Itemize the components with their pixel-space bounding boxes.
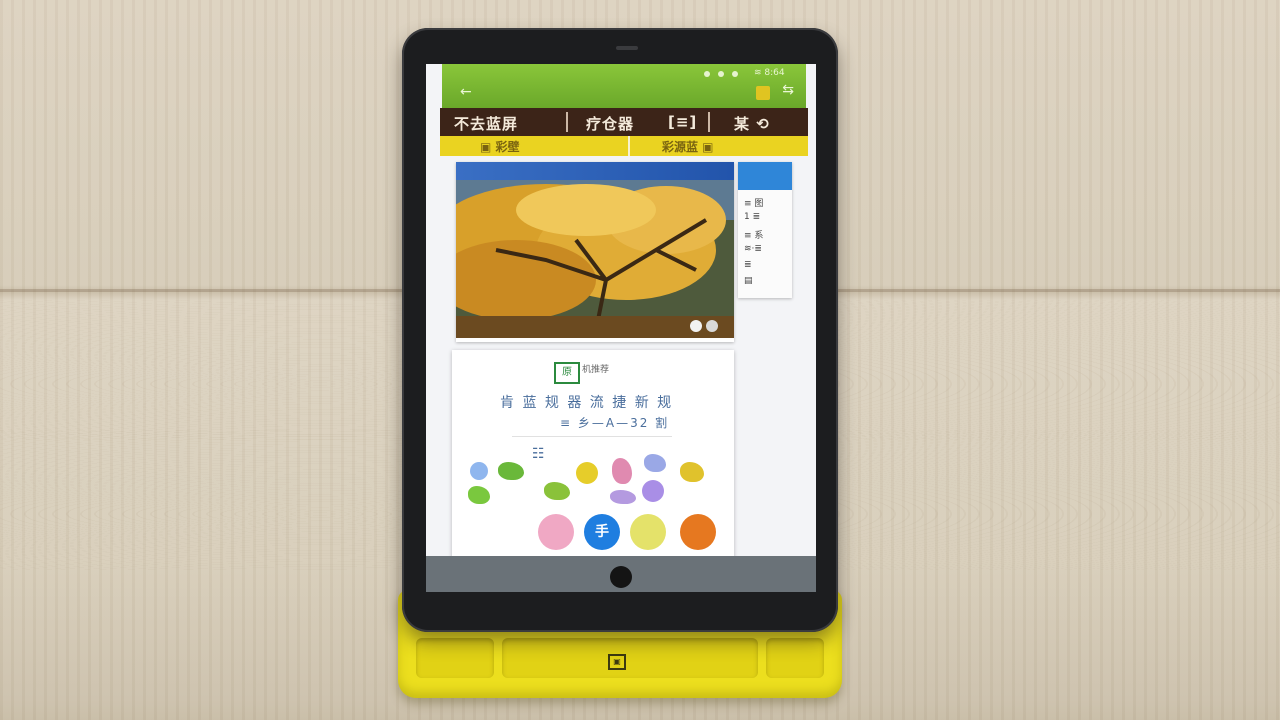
status-dot-icon [732, 71, 738, 77]
info-divider [512, 436, 672, 437]
tab-right[interactable]: 彩源蓝 ▣ [662, 138, 714, 155]
tab-bar: ▣ 彩壁 彩源蓝 ▣ [440, 136, 808, 156]
info-subtitle: 机推荐 [582, 365, 610, 375]
lilac-app-icon[interactable] [644, 454, 666, 472]
yellow-app-icon[interactable] [576, 462, 598, 484]
tablet: ← ≋ 8:64 ⇆ 不去蓝屏 疗仓器 [≡] 某 ⟲ ▣ 彩壁 彩源蓝 ▣ ≡… [402, 28, 838, 632]
tree-illustration [456, 180, 734, 338]
gold-app-icon[interactable] [680, 462, 704, 482]
status-dot-icon [718, 71, 724, 77]
notification-badge [756, 86, 770, 100]
lime-app-icon[interactable] [468, 486, 490, 504]
title-middle[interactable]: 疗仓器 [586, 113, 634, 134]
violet-app-icon[interactable] [610, 490, 636, 504]
purple-app-icon[interactable] [642, 480, 664, 502]
tab-divider [628, 136, 630, 156]
pink-app-icon[interactable] [612, 458, 632, 484]
tablet-screen[interactable]: ← ≋ 8:64 ⇆ 不去蓝屏 疗仓器 [≡] 某 ⟲ ▣ 彩壁 彩源蓝 ▣ ≡… [426, 64, 816, 592]
case-slot [416, 638, 494, 678]
back-icon[interactable]: ← [460, 84, 472, 100]
title-right[interactable]: 某 ⟲ [734, 113, 770, 134]
photo-card-header [456, 162, 734, 180]
leaf-app-icon[interactable] [544, 482, 570, 500]
blue-app-icon[interactable] [470, 462, 488, 480]
navigation-bar [426, 556, 816, 592]
info-row-label: ☷ [532, 446, 547, 462]
title-bar: 不去蓝屏 疗仓器 [≡] 某 ⟲ [440, 108, 808, 136]
info-line-2: ≡ 乡—A—32 割 [560, 416, 670, 430]
yellow-button[interactable] [630, 514, 666, 550]
title-left[interactable]: 不去蓝屏 [454, 113, 518, 134]
case-logo-icon: ▣ [608, 654, 626, 670]
case-slot [766, 638, 824, 678]
side-row: ≋·≣ [744, 244, 762, 254]
tab-left[interactable]: ▣ 彩壁 [480, 138, 520, 155]
side-row: ≡ 系 [744, 231, 764, 241]
side-row: 1 ≣ [744, 212, 761, 222]
blue-button[interactable]: 手 [584, 514, 620, 550]
menu-icon[interactable]: [≡] [668, 113, 697, 131]
case-slot [502, 638, 758, 678]
info-line-1: 肯 蓝 规 器 流 捷 新 规 [500, 395, 674, 411]
speaker-grille [616, 46, 638, 50]
side-card[interactable]: ≡ 图 1 ≣ ≡ 系 ≋·≣ ≣ ▤ [738, 162, 792, 298]
side-card-header [738, 162, 792, 190]
side-row: ≡ 图 [744, 199, 764, 209]
status-text: ≋ 8:64 [754, 68, 785, 78]
status-bar: ← ≋ 8:64 ⇆ [442, 64, 806, 108]
green-app-icon[interactable] [498, 462, 524, 480]
side-row: ≣ [744, 260, 752, 270]
info-logo-icon: 原 [554, 362, 580, 384]
photo-card[interactable] [456, 162, 734, 342]
side-row: ▤ [744, 276, 753, 286]
autumn-tree-photo[interactable] [456, 180, 734, 338]
info-card[interactable]: 原 机推荐 肯 蓝 规 器 流 捷 新 规 ≡ 乡—A—32 割 ☷ 手 [452, 350, 734, 564]
title-divider [566, 112, 568, 132]
share-icon[interactable]: ⇆ [782, 82, 794, 98]
title-divider [708, 112, 710, 132]
pink-button[interactable] [538, 514, 574, 550]
orange-button[interactable] [680, 514, 716, 550]
home-button[interactable] [610, 566, 632, 588]
status-dot-icon [704, 71, 710, 77]
